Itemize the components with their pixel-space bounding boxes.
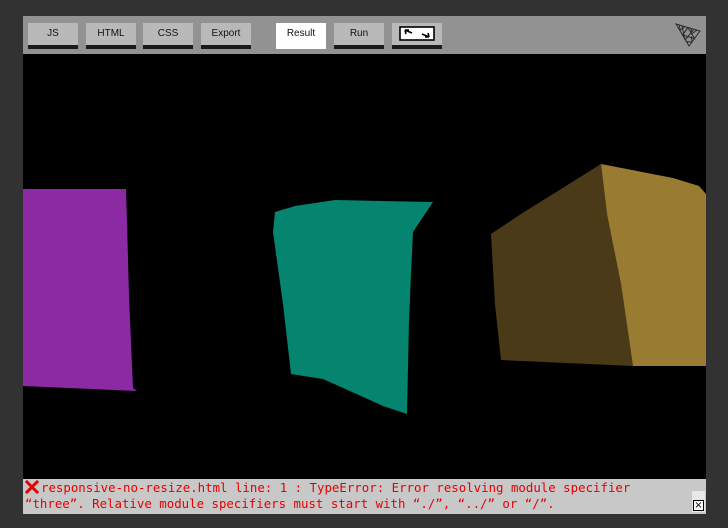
html-tab-button[interactable]: HTML [86, 23, 136, 49]
result-tab-button[interactable]: Result [276, 23, 326, 49]
error-message-line-1: responsive-no-resize.html line: 1 : Type… [41, 480, 631, 495]
fullscreen-button[interactable] [392, 23, 442, 49]
threejs-logo-icon[interactable] [674, 21, 702, 47]
error-close-button[interactable]: × [692, 491, 705, 512]
js-tab-button[interactable]: JS [28, 23, 78, 49]
render-canvas[interactable] [23, 54, 706, 479]
error-message-line-2: “three”. Relative module specifiers must… [25, 496, 555, 511]
css-tab-button[interactable]: CSS [143, 23, 193, 49]
error-console: responsive-no-resize.html line: 1 : Type… [23, 479, 706, 514]
close-icon: × [693, 500, 704, 511]
run-button[interactable]: Run [334, 23, 384, 49]
editor-frame: JS HTML CSS Export Result Run responsive… [23, 16, 706, 514]
toolbar: JS HTML CSS Export Result Run [23, 16, 706, 54]
error-line-1: responsive-no-resize.html line: 1 : Type… [25, 480, 706, 496]
fullscreen-toggle-icon [399, 26, 435, 41]
export-tab-button[interactable]: Export [201, 23, 251, 49]
purple-cube [23, 189, 137, 391]
error-x-icon [25, 480, 39, 494]
